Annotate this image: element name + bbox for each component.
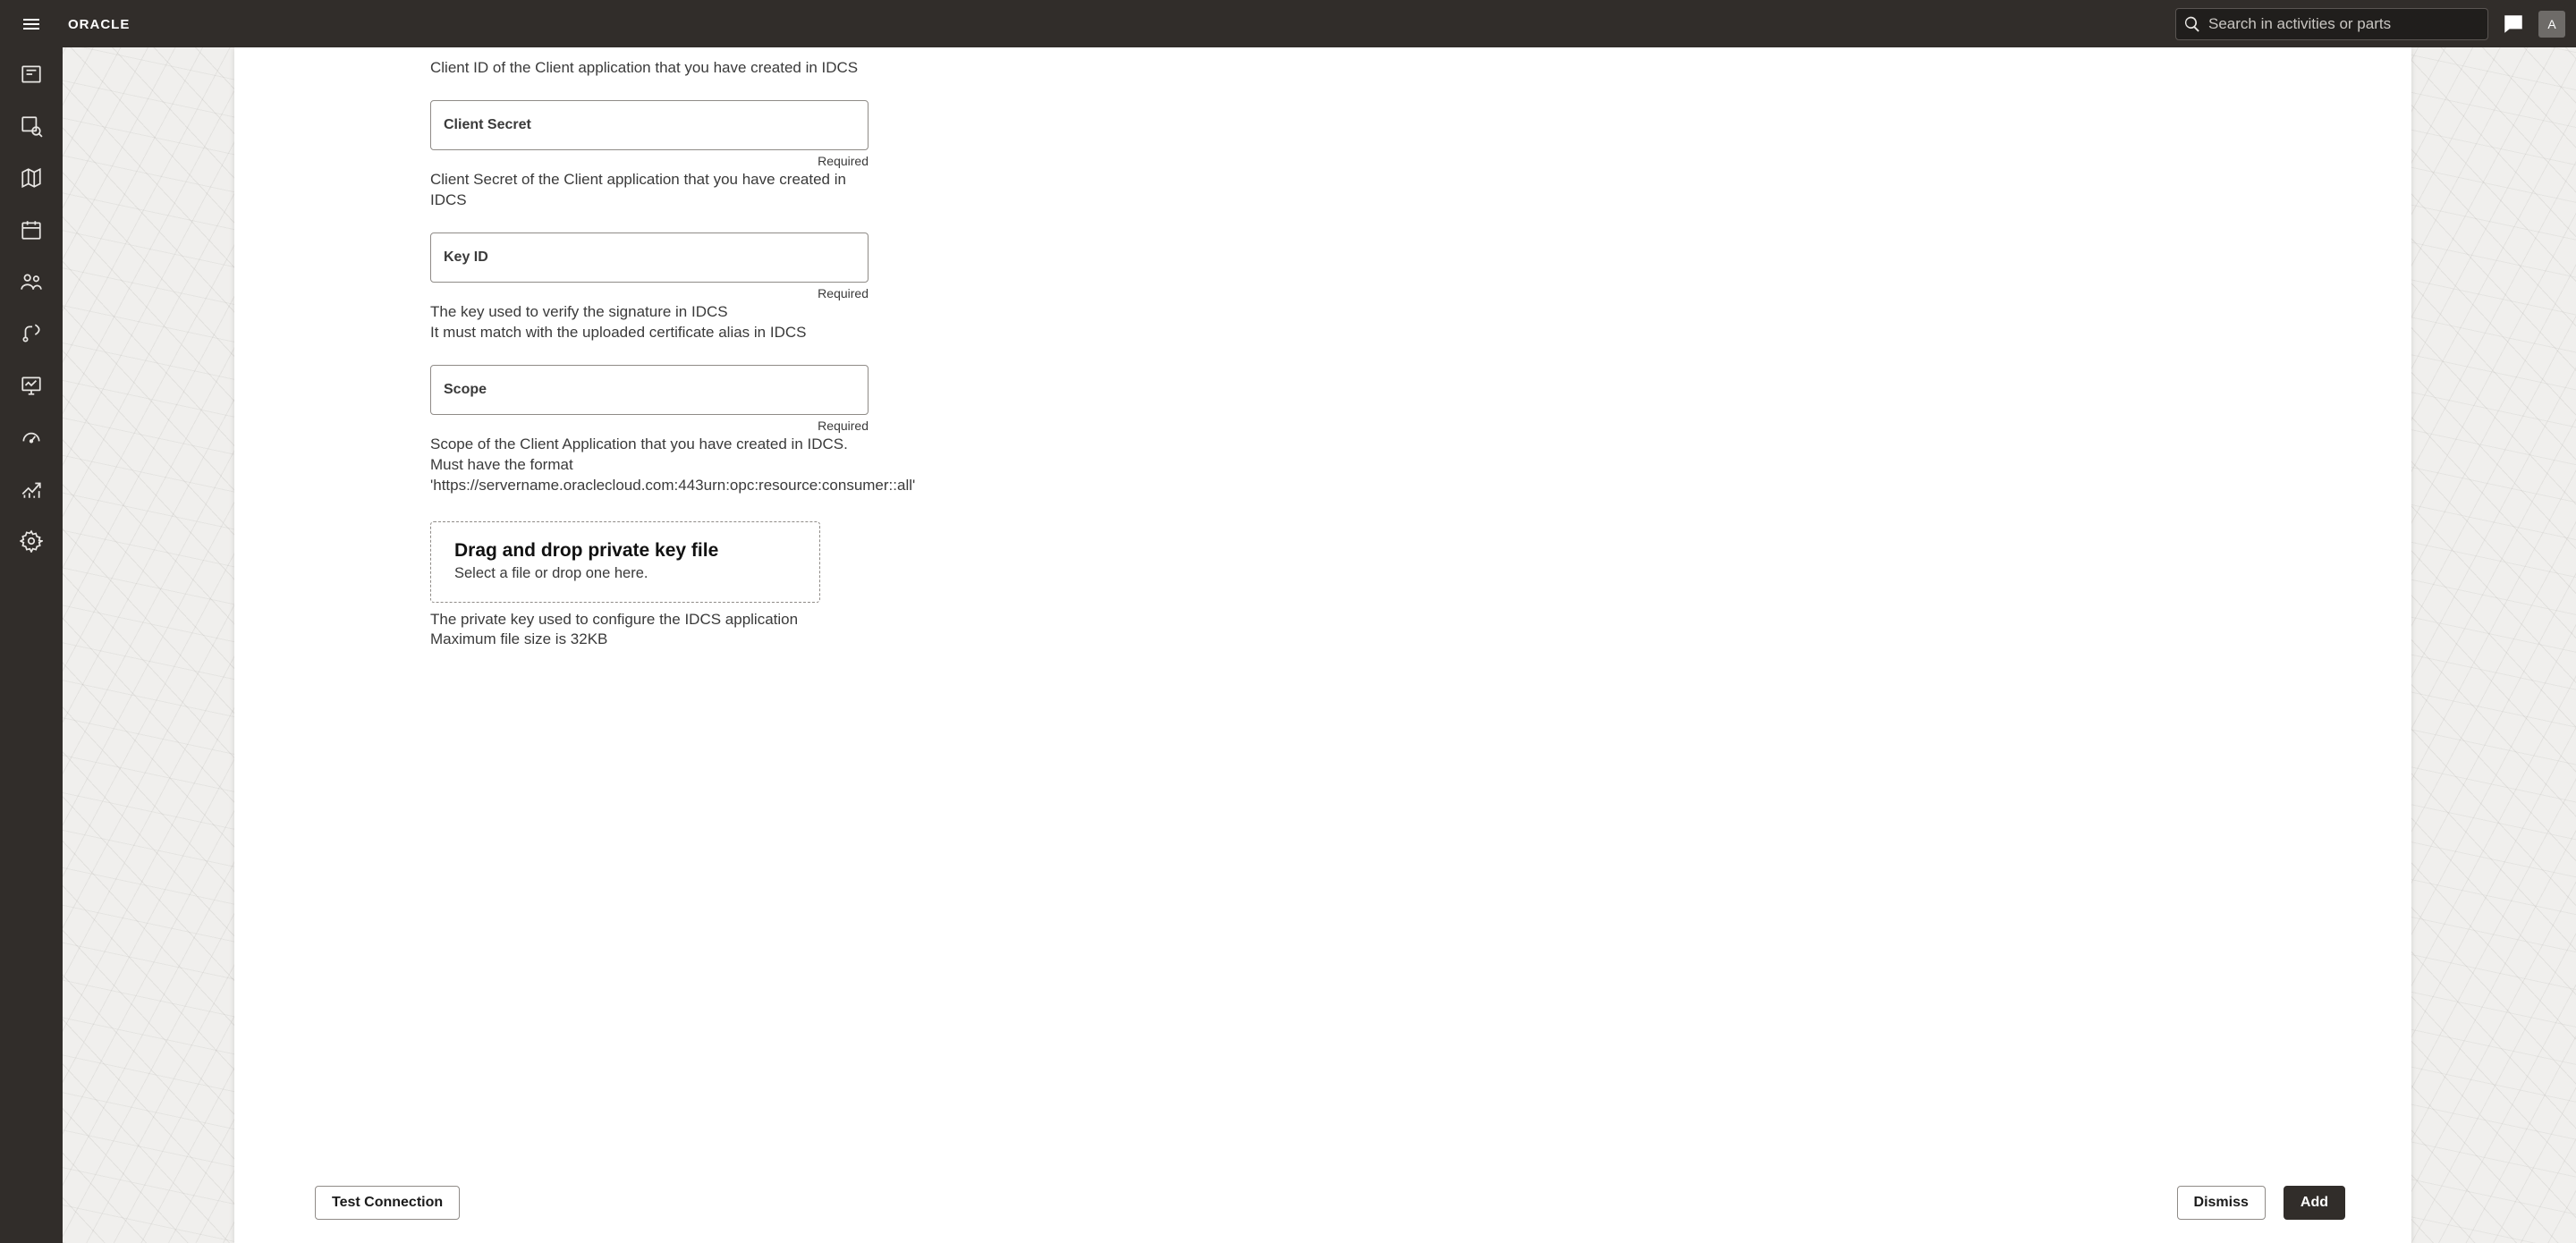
content-area: Client ID of the Client application that… [63, 47, 2576, 1243]
test-connection-button[interactable]: Test Connection [315, 1186, 460, 1220]
nav-calendar[interactable] [19, 217, 44, 242]
map-icon [20, 166, 43, 190]
nav-team[interactable] [19, 269, 44, 294]
client-secret-field-wrap: Client Secret Required [430, 100, 869, 168]
nav-map[interactable] [19, 165, 44, 190]
top-bar: ORACLE A [0, 0, 2576, 47]
dropzone-help: The private key used to configure the ID… [430, 610, 869, 651]
resource-search-icon [20, 114, 43, 138]
messages-button[interactable] [2501, 12, 2526, 37]
dismiss-button[interactable]: Dismiss [2177, 1186, 2266, 1220]
hamburger-menu-button[interactable] [0, 0, 63, 47]
client-secret-label: Client Secret [444, 117, 531, 133]
trend-icon [20, 478, 43, 501]
gauge-icon [20, 426, 43, 449]
oracle-logo: ORACLE [68, 16, 193, 32]
dropzone-title: Drag and drop private key file [454, 540, 796, 562]
scope-label: Scope [444, 382, 487, 398]
nav-route[interactable] [19, 321, 44, 346]
dialog-panel: Client ID of the Client application that… [234, 47, 2411, 1243]
scope-field-wrap: Scope Required [430, 365, 869, 433]
nav-resource-search[interactable] [19, 114, 44, 139]
svg-text:ORACLE: ORACLE [68, 17, 130, 32]
nav-monitor[interactable] [19, 373, 44, 398]
client-secret-input[interactable]: Client Secret [430, 100, 869, 150]
client-secret-required: Required [818, 154, 869, 168]
hamburger-icon [21, 13, 42, 35]
nav-dispatch[interactable] [19, 62, 44, 87]
key-id-required: Required [818, 286, 869, 300]
nav-dashboard[interactable] [19, 425, 44, 450]
avatar-initial: A [2547, 17, 2555, 31]
dispatch-icon [20, 63, 43, 86]
user-avatar[interactable]: A [2538, 11, 2565, 38]
key-id-help: The key used to verify the signature in … [430, 302, 869, 343]
search-icon [2183, 15, 2201, 33]
calendar-icon [20, 218, 43, 241]
client-secret-help: Client Secret of the Client application … [430, 170, 869, 211]
team-icon [20, 270, 43, 293]
nav-reports[interactable] [19, 477, 44, 502]
form-column: Client ID of the Client application that… [430, 58, 869, 650]
monitor-icon [20, 374, 43, 397]
search-input[interactable] [2201, 15, 2480, 33]
private-key-dropzone[interactable]: Drag and drop private key file Select a … [430, 521, 820, 603]
left-nav-rail [0, 47, 63, 1243]
global-search[interactable] [2175, 8, 2488, 40]
key-id-field-wrap: Key ID Required [430, 233, 869, 300]
scope-required: Required [818, 419, 869, 433]
dialog-footer: Test Connection Dismiss Add [234, 1166, 2411, 1243]
route-icon [20, 322, 43, 345]
nav-settings[interactable] [19, 528, 44, 554]
settings-gear-icon [20, 529, 43, 553]
key-id-label: Key ID [444, 249, 488, 266]
chat-icon [2502, 13, 2525, 36]
dropzone-subtitle: Select a file or drop one here. [454, 565, 796, 582]
scope-help: Scope of the Client Application that you… [430, 435, 869, 496]
scope-input[interactable]: Scope [430, 365, 869, 415]
client-id-help: Client ID of the Client application that… [430, 58, 869, 79]
add-button[interactable]: Add [2284, 1186, 2345, 1220]
key-id-input[interactable]: Key ID [430, 233, 869, 283]
